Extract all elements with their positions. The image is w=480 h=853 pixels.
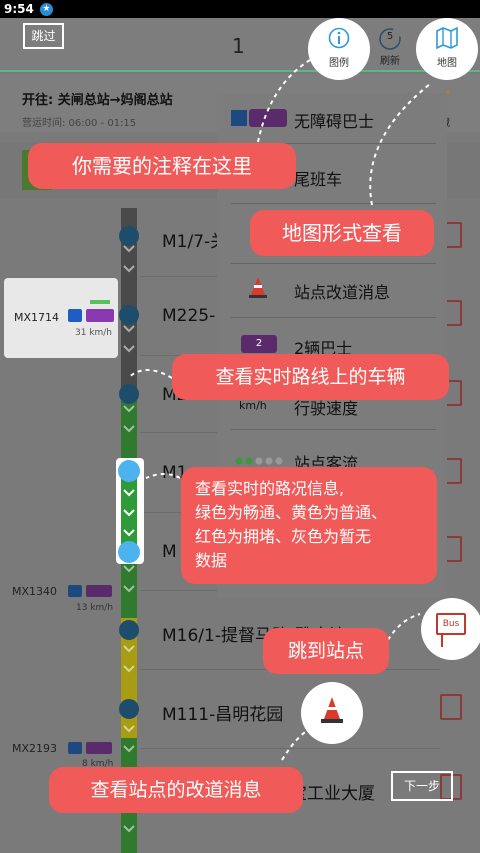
detour-tooltip: 查看站点的改道消息 [49,767,303,813]
realtime-vehicle-tooltip: 查看实时路线上的车辆 [172,354,449,400]
next-button[interactable]: 下一步 [391,771,453,801]
annotation-tooltip: 你需要的注释在这里 [28,143,296,189]
map-tooltip: 地图形式查看 [250,210,434,256]
jump-stop-tooltip: 跳到站点 [263,628,389,674]
traffic-info-tooltip: 查看实时的路况信息, 绿色为畅通、黄色为普通、 红色为拥堵、灰色为暂无 数据 [181,467,437,584]
guide-lines [127,59,431,761]
